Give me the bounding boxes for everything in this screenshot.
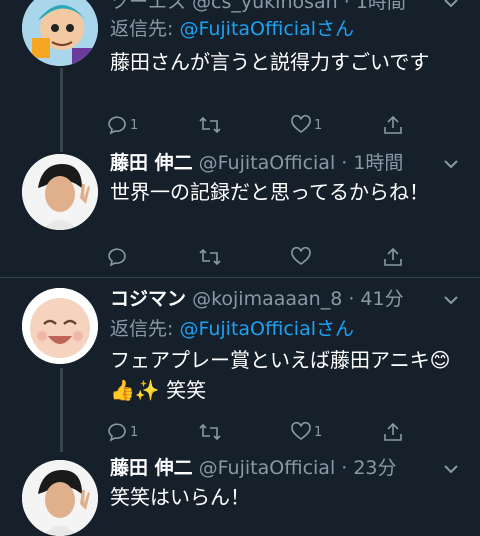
- heart-icon: [291, 421, 311, 440]
- tweet-handle-time[interactable]: @FujitaOfficial · 1時間: [199, 152, 404, 174]
- display-name[interactable]: コジマン: [110, 288, 186, 310]
- reply-to-link[interactable]: @FujitaOfficialさん: [179, 318, 354, 340]
- share-button[interactable]: [382, 111, 404, 139]
- avatar-cs-yukinosan[interactable]: [22, 0, 98, 66]
- avatar-image: [22, 460, 98, 536]
- reply-to: 返信先: @FujitaOfficialさん: [110, 15, 354, 43]
- tweet-actions: 1 1: [100, 418, 440, 446]
- reply-icon: [108, 423, 126, 442]
- avatar-image: [22, 288, 98, 364]
- tweet-handle-time[interactable]: @kojimaaaan_8 · 41分: [192, 288, 404, 310]
- chevron-down-icon[interactable]: [440, 0, 462, 14]
- reply-count: 1: [130, 117, 139, 133]
- retweet-icon: [199, 248, 221, 266]
- tweet-body: 笑笑はいらん！: [110, 485, 250, 509]
- tweet-header: ツーエス @cs_yukinosan · 1時間: [110, 0, 406, 16]
- tweet-actions: [100, 243, 440, 271]
- retweet-icon: [199, 116, 221, 134]
- reply-button[interactable]: 1: [106, 418, 138, 446]
- like-button[interactable]: 1: [290, 111, 322, 139]
- display-name[interactable]: 藤田 伸二: [110, 152, 193, 174]
- tweet-4[interactable]: 藤田 伸二 @FujitaOfficial · 23分 笑笑はいらん！: [0, 452, 480, 536]
- reply-to-label: 返信先:: [110, 318, 180, 340]
- reply-icon: [108, 116, 126, 135]
- tweet-header: 藤田 伸二 @FujitaOfficial · 1時間: [110, 149, 403, 177]
- share-icon: [384, 247, 402, 266]
- reply-to: 返信先: @FujitaOfficialさん: [110, 315, 354, 343]
- tweet-1[interactable]: ツーエス @cs_yukinosan · 1時間 返信先: @FujitaOff…: [0, 0, 480, 154]
- share-icon: [384, 115, 402, 134]
- retweet-button[interactable]: [198, 418, 224, 446]
- avatar-image: [22, 154, 98, 230]
- retweet-button[interactable]: [198, 243, 224, 271]
- chevron-down-icon[interactable]: [440, 458, 462, 480]
- retweet-button[interactable]: [198, 111, 224, 139]
- reply-to-label: 返信先:: [110, 18, 180, 40]
- tweet-2[interactable]: 藤田 伸二 @FujitaOfficial · 1時間 世界一の記録だと思ってる…: [0, 150, 480, 276]
- tweet-actions: 1 1: [100, 111, 440, 139]
- like-button[interactable]: 1: [290, 418, 322, 446]
- tweet-body: 藤田さんが言うと説得力すごいです: [110, 50, 430, 74]
- avatar-image: [22, 0, 98, 66]
- thread-line: [60, 68, 63, 152]
- tweet-handle-time[interactable]: ツーエス @cs_yukinosan · 1時間: [110, 0, 406, 13]
- reply-button[interactable]: 1: [106, 111, 138, 139]
- avatar-fujita[interactable]: [22, 154, 98, 230]
- avatar-fujita[interactable]: [22, 460, 98, 536]
- tweet-body: 世界一の記録だと思ってるからね！: [110, 180, 429, 204]
- reply-to-link[interactable]: @FujitaOfficialさん: [179, 18, 354, 40]
- like-count: 1: [314, 117, 323, 133]
- heart-icon: [291, 114, 311, 133]
- tweet-header: 藤田 伸二 @FujitaOfficial · 23分: [110, 454, 397, 482]
- tweet-3[interactable]: コジマン @kojimaaaan_8 · 41分 返信先: @FujitaOff…: [0, 278, 480, 452]
- reply-count: 1: [130, 424, 139, 440]
- display-name[interactable]: 藤田 伸二: [110, 457, 193, 479]
- thread-line: [60, 368, 63, 452]
- chevron-down-icon[interactable]: [440, 153, 462, 175]
- tweet-handle-time[interactable]: @FujitaOfficial · 23分: [199, 457, 397, 479]
- share-button[interactable]: [382, 243, 404, 271]
- like-button[interactable]: [290, 243, 314, 271]
- reply-button[interactable]: [106, 243, 130, 271]
- tweet-header: コジマン @kojimaaaan_8 · 41分: [110, 285, 404, 313]
- share-icon: [384, 422, 402, 441]
- reply-icon: [108, 248, 126, 267]
- retweet-icon: [199, 423, 221, 441]
- like-count: 1: [314, 424, 323, 440]
- avatar-kojimaaaan[interactable]: [22, 288, 98, 364]
- tweet-body: フェアプレー賞といえば藤田アニキ😊👍✨ 笑笑: [110, 348, 451, 402]
- share-button[interactable]: [382, 418, 404, 446]
- heart-icon: [291, 246, 311, 265]
- chevron-down-icon[interactable]: [440, 289, 462, 311]
